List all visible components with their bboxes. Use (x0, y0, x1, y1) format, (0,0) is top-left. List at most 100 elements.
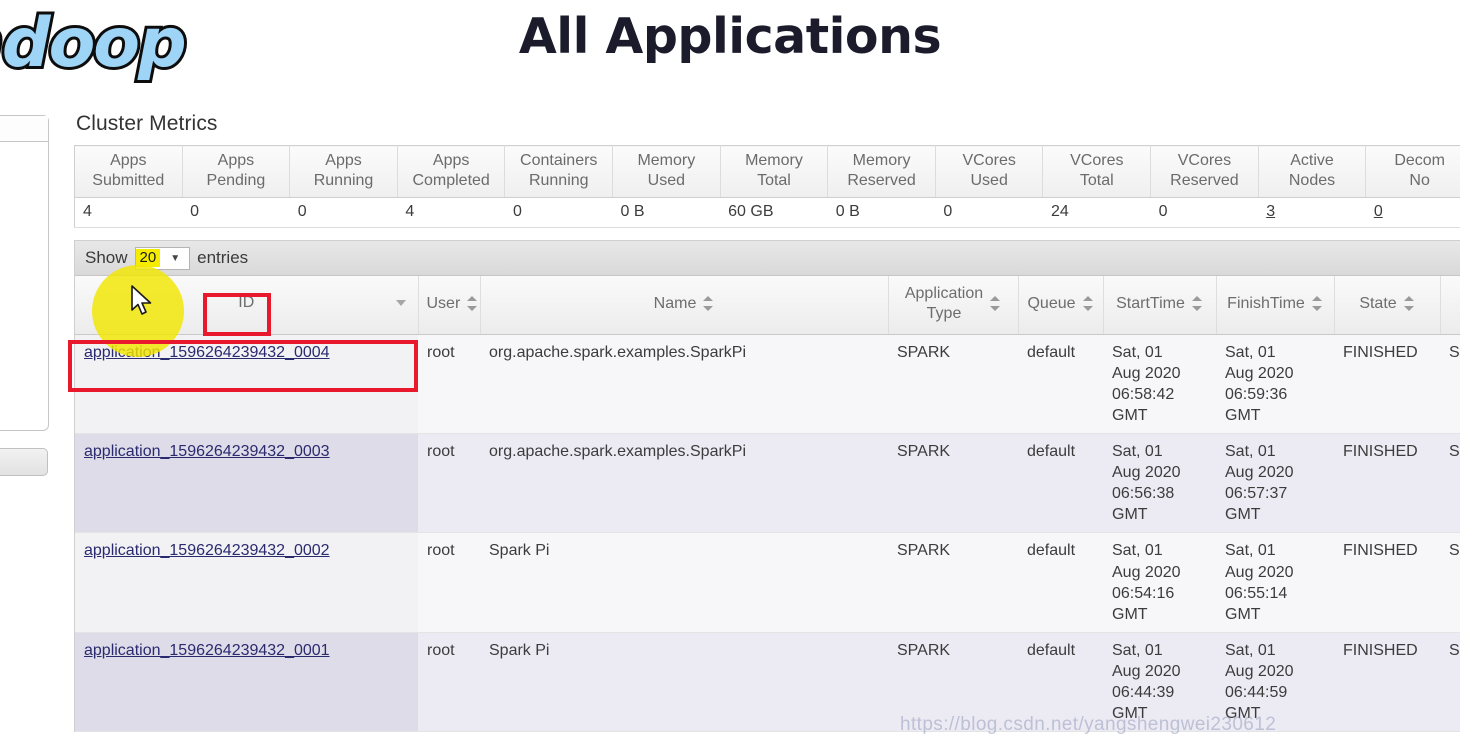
sort-toggle-icon[interactable] (1191, 295, 1203, 312)
cell-application-id[interactable]: application_1596264239432_0004 (75, 334, 418, 434)
application-id-link[interactable]: application_1596264239432_0004 (84, 344, 330, 361)
cell-start-time: Sat, 01 Aug 2020 06:54:16 GMT (1103, 532, 1216, 633)
cell-start-time: Sat, 01 Aug 2020 06:44:39 GMT (1103, 632, 1216, 733)
column-header-application-type[interactable]: Application Type (887, 276, 1018, 335)
metric-value-1: 0 (182, 197, 290, 229)
metric-value-link[interactable]: 0 (1374, 203, 1383, 220)
metric-value-9: 24 (1042, 197, 1151, 229)
column-header-user[interactable]: User (417, 276, 480, 335)
sidebar-panel-header (0, 116, 48, 142)
cell-final-status: SUCCE (1440, 334, 1460, 434)
metric-value-10: 0 (1150, 197, 1259, 229)
metric-value-6: 60 GB (720, 197, 828, 229)
metric-header-10: VCores Reserved (1150, 145, 1259, 199)
metric-value-2: 0 (289, 197, 398, 229)
column-header-label: ID (238, 294, 255, 312)
cell-final-status: SUCCE (1440, 632, 1460, 733)
cell-user: root (418, 532, 480, 633)
cell-user: root (418, 433, 480, 534)
cell-queue: default (1018, 334, 1103, 434)
application-id-link[interactable]: application_1596264239432_0002 (84, 542, 330, 559)
cell-queue: default (1018, 632, 1103, 733)
cell-user: root (418, 632, 480, 733)
column-header-finals[interactable]: FinalS (1439, 276, 1460, 335)
cell-application-type: SPARK (888, 334, 1018, 434)
metric-header-6: Memory Total (719, 145, 828, 199)
metric-value-0: 4 (74, 197, 183, 229)
applications-body: application_1596264239432_0004 root org.ap… (75, 334, 1460, 733)
application-id-link[interactable]: application_1596264239432_0003 (84, 443, 330, 460)
metric-value-3: 4 (397, 197, 505, 229)
chevron-down-icon[interactable] (395, 300, 406, 307)
metric-value-8: 0 (935, 197, 1043, 229)
cluster-metrics-table: Apps Submitted Apps Pending Apps Running Apps C… (74, 145, 1460, 229)
sort-toggle-icon[interactable] (990, 295, 1001, 312)
metric-value-11[interactable]: 3 (1258, 197, 1366, 229)
column-header-label: Name (653, 294, 697, 312)
entries-label: entries (197, 248, 249, 268)
cell-application-id[interactable]: application_1596264239432_0001 (75, 632, 418, 733)
metric-value-4: 0 (504, 197, 613, 229)
metric-value-link[interactable]: 3 (1266, 203, 1275, 220)
cell-final-status: SUCCE (1440, 433, 1460, 534)
table-row: application_1596264239432_0001 root Spark … (75, 632, 1460, 733)
column-header-label: FinishTime (1227, 294, 1305, 312)
table-row: application_1596264239432_0003 root org.ap… (75, 433, 1460, 534)
cell-application-type: SPARK (888, 433, 1018, 534)
metric-value-7: 0 B (827, 197, 936, 229)
sort-toggle-icon[interactable] (1403, 295, 1415, 312)
applications-table: ID User Name Application Type Queue StartTime F… (75, 276, 1460, 733)
cell-start-time: Sat, 01 Aug 2020 06:58:42 GMT (1103, 334, 1216, 434)
cell-name: org.apache.spark.examples.SparkPi (480, 433, 888, 534)
sidebar-collapse-button[interactable] (0, 448, 48, 476)
column-header-id[interactable]: ID (75, 276, 418, 335)
cell-name: Spark Pi (480, 632, 888, 733)
cell-state: FINISHED (1334, 532, 1440, 633)
sidebar-panel: G (0, 115, 49, 431)
table-row: application_1596264239432_0004 root org.ap… (75, 334, 1460, 434)
applications-panel: Show 20 ▼ entries ID User Name Application T… (74, 240, 1460, 733)
cluster-metrics-title: Cluster Metrics (76, 112, 218, 135)
sort-toggle-icon[interactable] (467, 295, 478, 312)
column-header-starttime[interactable]: StartTime (1102, 276, 1216, 335)
cell-application-type: SPARK (888, 532, 1018, 633)
metric-header-3: Apps Completed (396, 145, 505, 199)
metric-header-11: Active Nodes (1257, 145, 1366, 199)
cell-finish-time: Sat, 01 Aug 2020 06:57:37 GMT (1216, 433, 1334, 534)
main-content: Cluster Metrics Apps Submitted Apps Pending… (74, 112, 1460, 733)
metric-header-5: Memory Used (612, 145, 721, 199)
sort-toggle-icon[interactable] (1082, 295, 1094, 312)
cell-user: root (418, 334, 480, 434)
column-header-label: User (426, 294, 461, 312)
sort-toggle-icon[interactable] (1311, 295, 1323, 312)
cell-application-type: SPARK (888, 632, 1018, 733)
cell-application-id[interactable]: application_1596264239432_0003 (75, 433, 418, 534)
metric-header-8: VCores Used (934, 145, 1043, 199)
metric-value-5: 0 B (612, 197, 721, 229)
column-header-name[interactable]: Name (479, 276, 888, 335)
cell-state: FINISHED (1334, 632, 1440, 733)
entries-length-value: 20 (135, 249, 161, 268)
metric-header-7: Memory Reserved (827, 145, 936, 199)
page-title: All Applications (518, 8, 942, 65)
sort-toggle-icon[interactable] (703, 295, 714, 312)
chevron-down-icon: ▼ (170, 252, 181, 264)
applications-header-row: ID User Name Application Type Queue StartTime F… (75, 276, 1460, 335)
column-header-label: StartTime (1116, 294, 1185, 312)
metric-value-12[interactable]: 0 (1365, 197, 1460, 229)
column-header-label: Queue (1027, 294, 1076, 312)
metric-header-9: VCores Total (1042, 145, 1151, 199)
cell-state: FINISHED (1334, 433, 1440, 534)
cluster-metrics-value-row: 400400 B 60 GB 0 B 0 24 0 3 0 (74, 197, 1460, 229)
application-id-link[interactable]: application_1596264239432_0001 (84, 642, 330, 659)
column-header-queue[interactable]: Queue (1017, 276, 1103, 335)
cell-finish-time: Sat, 01 Aug 2020 06:44:59 GMT (1216, 632, 1334, 733)
column-header-state[interactable]: State (1333, 276, 1440, 335)
cell-queue: default (1018, 433, 1103, 534)
column-header-finishtime[interactable]: FinishTime (1215, 276, 1334, 335)
datatable-toolbar: Show 20 ▼ entries (75, 241, 1460, 277)
cell-application-id[interactable]: application_1596264239432_0002 (75, 532, 418, 633)
page-header: adoop All Applications (0, 0, 1460, 98)
entries-length-select[interactable]: 20 ▼ (134, 246, 191, 270)
cell-finish-time: Sat, 01 Aug 2020 06:59:36 GMT (1216, 334, 1334, 434)
